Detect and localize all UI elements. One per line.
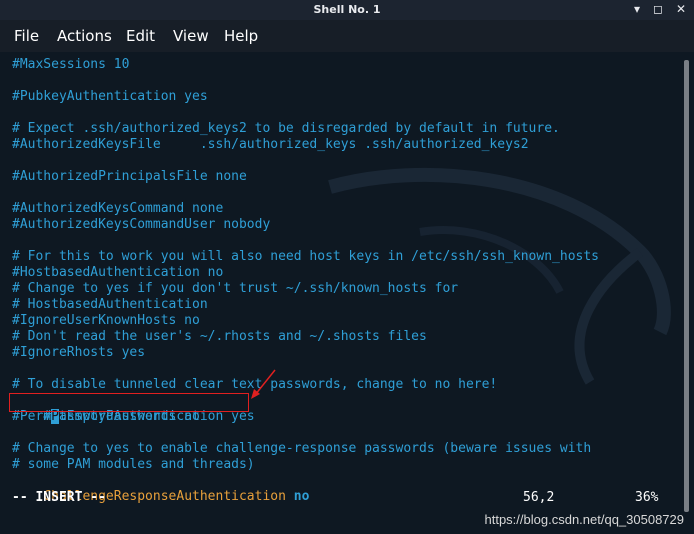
code-line: #HostbasedAuthentication no [12,265,224,280]
config-line-challenge: ChallengeResponseAuthentication no [12,473,309,504]
vim-mode-indicator: -- INSERT -- [12,490,106,505]
code-line: # For this to work you will also need ho… [12,249,599,264]
menu-help[interactable]: Help [224,27,258,45]
close-icon[interactable]: ✕ [676,2,686,16]
code-line: #IgnoreRhosts yes [12,345,146,360]
code-line: # Expect .ssh/authorized_keys2 to be dis… [12,121,560,136]
code-line: # Change to yes to enable challenge-resp… [12,441,592,456]
minimize-icon[interactable]: ▾ [634,2,640,16]
config-value: no [293,489,310,504]
maximize-icon[interactable]: ◻ [653,2,663,16]
menu-view[interactable]: View [173,27,209,45]
annotation-arrow-icon [251,369,276,399]
code-line: # Change to yes if you don't trust ~/.ss… [12,281,459,296]
code-line: #MaxSessions 10 [12,57,130,72]
code-line: #AuthorizedKeysCommandUser nobody [12,217,271,232]
code-line: #AuthorizedKeysCommand none [12,201,224,216]
window-titlebar: Shell No. 1 ▾ ◻ ✕ [0,0,694,20]
terminal-area[interactable]: #MaxSessions 10 #PubkeyAuthentication yes… [0,52,680,524]
code-line: #PubkeyAuthentication yes [12,89,208,104]
code-line: #AuthorizedKeysFile .ssh/authorized_keys… [12,137,529,152]
code-line: # some PAM modules and threads) [12,457,255,472]
highlight-box [9,393,249,412]
watermark-text: https://blog.csdn.net/qq_30508729 [484,512,685,527]
menu-file[interactable]: File [14,27,39,45]
scrollbar-thumb[interactable] [684,60,689,512]
menu-actions[interactable]: Actions [57,27,112,45]
menu-bar: File Actions Edit View Help [0,20,694,52]
window-title: Shell No. 1 [313,3,381,16]
code-line: #AuthorizedPrincipalsFile none [12,169,247,184]
code-line: #IgnoreUserKnownHosts no [12,313,200,328]
code-line: # Don't read the user's ~/.rhosts and ~/… [12,329,427,344]
code-line: # HostbasedAuthentication [12,297,208,312]
menu-edit[interactable]: Edit [126,27,155,45]
window-controls: ▾ ◻ ✕ [634,2,686,16]
scroll-percent: 36% [635,490,659,505]
cursor-position: 56,2 [523,490,555,505]
